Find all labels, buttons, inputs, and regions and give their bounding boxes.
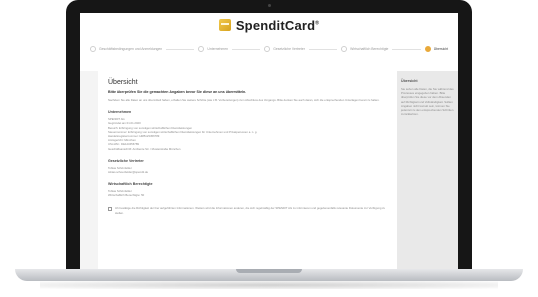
brand-logo[interactable]: SpenditCard®: [236, 18, 319, 33]
overview-panel: Übersicht Bitte überprüfen Sie die gemac…: [98, 71, 397, 269]
page-title: Übersicht: [108, 79, 138, 86]
laptop-screen: SpenditCard® Geschäftsbedingungen und An…: [80, 13, 458, 269]
step-label: Gesetzliche Vertreter: [273, 47, 305, 51]
step-connector: [308, 48, 338, 50]
step-circle-icon: [198, 46, 205, 52]
step-circle-icon: [424, 46, 431, 52]
step-label: Geschäftsbedingungen und Anmeldungen: [99, 47, 163, 51]
step-circle-icon: [264, 46, 271, 52]
representatives-heading: Gesetzliche Vertreter: [108, 158, 144, 163]
representative-line: tobias.schoenfelder@spendit.de: [108, 169, 149, 174]
consent-text: Ich bestätige die Richtigkeit der hier a…: [115, 206, 386, 215]
step-label: Unternehmen: [207, 47, 228, 51]
step-overview[interactable]: Übersicht: [424, 46, 449, 52]
beneficial-line: Wirtschaftlich Berechtigte: 50: [108, 193, 145, 198]
card-logo-icon: [218, 19, 231, 31]
step-label: Wirtschaftlich Berechtigte: [350, 47, 389, 51]
laptop-shadow: [40, 281, 498, 289]
step-connector: [392, 48, 421, 50]
step-connector: [166, 48, 195, 50]
company-line: Geschäftsanschrift: Ambiente Str. / Must…: [108, 146, 181, 151]
step-conditions[interactable]: Geschäftsbedingungen und Anmeldungen: [90, 46, 162, 52]
sidebar-title: Übersicht: [401, 79, 418, 83]
camera-icon: [268, 4, 271, 7]
laptop-notch: [236, 269, 302, 273]
app-header: SpenditCard®: [80, 13, 458, 37]
sidebar-text: Sie sehen alle Daten, die Sie während de…: [401, 87, 454, 117]
company-heading: Unternehmen: [108, 110, 132, 115]
beneficial-heading: Wirtschaftlich Berechtigte: [108, 182, 153, 187]
intro-text: Nachdem Sie alle Daten an uns übermittel…: [108, 98, 380, 102]
progress-stepper: Geschäftsbedingungen und Anmeldungen Unt…: [90, 43, 448, 55]
brand-mark: ®: [315, 20, 320, 27]
step-connector: [231, 48, 261, 50]
page-subtitle: Bitte überprüfen Sie die gemachten Angab…: [108, 90, 247, 94]
consent-row: Ich bestätige die Richtigkeit der hier a…: [108, 206, 387, 215]
brand-name: SpenditCard: [235, 17, 316, 33]
step-beneficial[interactable]: Wirtschaftlich Berechtigte: [341, 46, 388, 52]
step-label: Übersicht: [433, 47, 449, 51]
step-company[interactable]: Unternehmen: [198, 46, 228, 52]
step-representatives[interactable]: Gesetzliche Vertreter: [264, 46, 305, 52]
step-circle-icon: [341, 46, 348, 52]
step-circle-icon: [90, 46, 96, 52]
info-sidebar: Übersicht Sie sehen alle Daten, die Sie …: [397, 71, 458, 269]
consent-checkbox[interactable]: [108, 207, 112, 212]
